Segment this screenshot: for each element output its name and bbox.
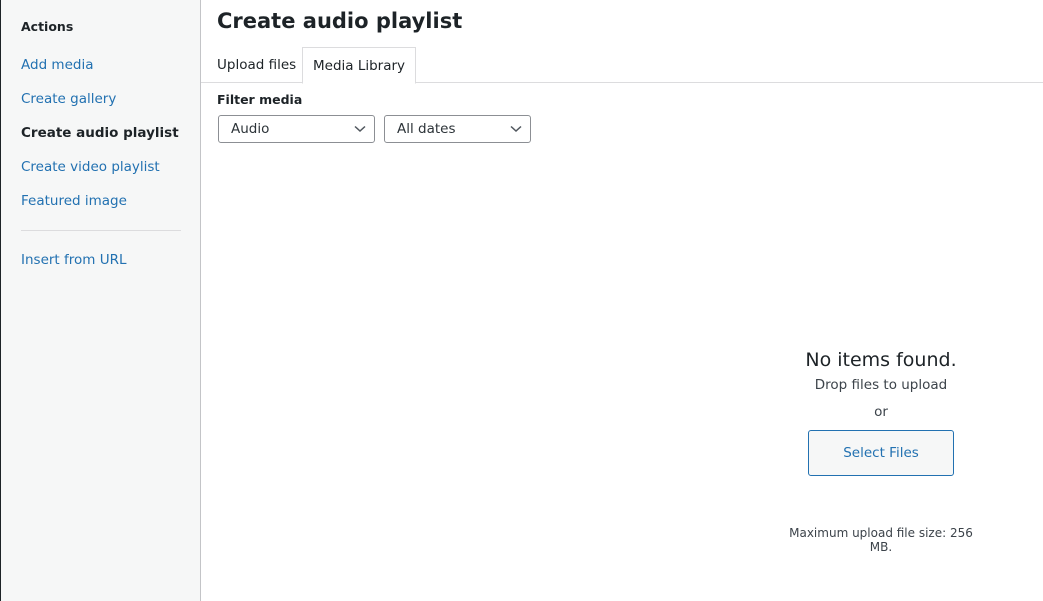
sidebar-item-featured-image[interactable]: Featured image <box>21 193 127 209</box>
sidebar-item-add-media[interactable]: Add media <box>21 57 93 73</box>
sidebar-separator <box>21 230 181 231</box>
sidebar-heading: Actions <box>21 19 74 34</box>
date-filter-value: All dates <box>397 121 456 137</box>
filter-media-label: Filter media <box>217 92 303 107</box>
sidebar-item-create-audio-playlist[interactable]: Create audio playlist <box>21 125 179 141</box>
media-sidebar: Actions Add media Create gallery Create … <box>1 0 201 601</box>
or-text: or <box>874 404 888 420</box>
chevron-down-icon <box>510 125 522 133</box>
page-title: Create audio playlist <box>217 9 463 33</box>
media-type-select[interactable]: Audio <box>218 115 375 143</box>
sidebar-item-create-video-playlist[interactable]: Create video playlist <box>21 159 160 175</box>
media-type-value: Audio <box>231 121 270 137</box>
chevron-down-icon <box>354 125 366 133</box>
tab-upload-files[interactable]: Upload files <box>217 47 296 82</box>
select-files-button[interactable]: Select Files <box>808 430 954 476</box>
max-upload-size-text: Maximum upload file size: 256 MB. <box>789 526 973 554</box>
drop-files-text: Drop files to upload <box>814 377 948 393</box>
sidebar-item-insert-from-url[interactable]: Insert from URL <box>21 252 127 268</box>
tab-media-library[interactable]: Media Library <box>302 47 417 84</box>
date-filter-select[interactable]: All dates <box>384 115 531 143</box>
sidebar-item-create-gallery[interactable]: Create gallery <box>21 91 116 107</box>
no-items-heading: No items found. <box>805 349 957 371</box>
